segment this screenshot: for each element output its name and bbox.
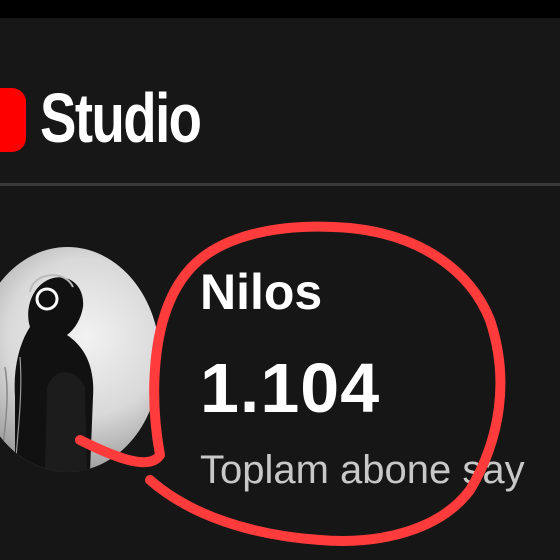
subscriber-label: Toplam abone say <box>200 448 525 492</box>
app-header: Studio <box>0 18 560 183</box>
subscriber-count: 1.104 <box>200 349 381 427</box>
app-title: Studio <box>40 79 202 157</box>
header-divider <box>0 183 560 186</box>
channel-name: Nilos <box>200 264 323 320</box>
status-bar <box>0 0 560 18</box>
avatar[interactable] <box>0 247 160 472</box>
youtube-logo-icon[interactable] <box>0 88 26 152</box>
studio-screen: Studio Nilos 1.104 Toplam abone say <box>0 0 560 560</box>
avatar-silhouette-icon <box>0 274 94 472</box>
